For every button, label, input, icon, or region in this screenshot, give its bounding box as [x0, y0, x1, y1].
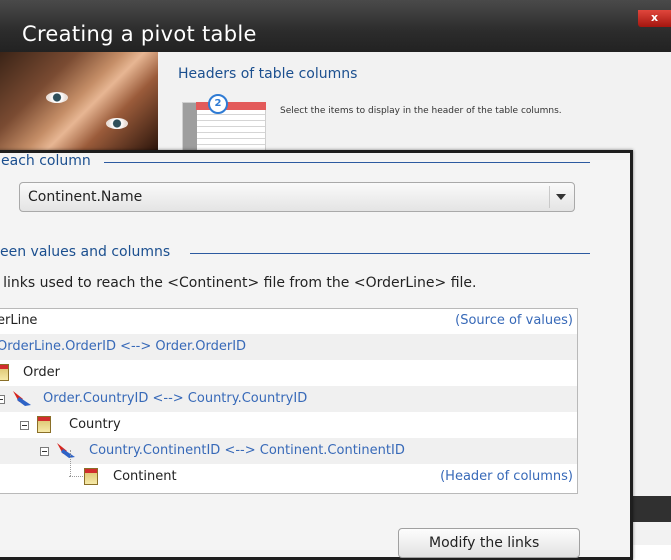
- collapse-icon[interactable]: [40, 447, 49, 456]
- close-button[interactable]: x: [638, 10, 671, 27]
- header-of-columns-label: (Header of columns): [440, 469, 573, 484]
- tree-row[interactable]: erLine (Source of values): [0, 309, 577, 335]
- wizard-title: Creating a pivot table: [22, 22, 257, 46]
- tree-row[interactable]: Country: [0, 412, 577, 438]
- table-file-icon: [37, 416, 51, 433]
- collapse-icon[interactable]: [0, 395, 5, 404]
- header-highlight-graphic: [196, 102, 266, 110]
- tree-row[interactable]: Order.CountryID <--> Country.CountryID: [0, 386, 577, 412]
- tree-link-label: Country.ContinentID <--> Continent.Conti…: [89, 443, 405, 458]
- link-icon: [13, 391, 31, 406]
- combo-dropdown-button[interactable]: [549, 186, 570, 208]
- links-tree[interactable]: erLine (Source of values) OrderLine.Orde…: [0, 308, 578, 494]
- section2-legend: een values and columns: [0, 244, 174, 260]
- tree-row-label: erLine: [0, 313, 38, 328]
- tree-row-label: Continent: [113, 469, 177, 484]
- tree-row[interactable]: Order: [0, 360, 577, 386]
- link-icon: [57, 443, 75, 458]
- column-header-illustration-icon: 2: [182, 94, 266, 152]
- tree-link-label: Order.CountryID <--> Country.CountryID: [43, 391, 308, 406]
- chevron-down-icon: [556, 194, 566, 200]
- eye-right: [106, 118, 128, 129]
- footer-strip: [630, 496, 671, 522]
- column-item-combo[interactable]: Continent.Name: [19, 182, 575, 212]
- decorative-portrait-image: [0, 52, 158, 152]
- tree-row-label: Country: [69, 417, 121, 432]
- section1-legend: each column: [0, 153, 94, 169]
- tree-row-label: Order: [23, 365, 60, 380]
- tree-row[interactable]: Country.ContinentID <--> Continent.Conti…: [0, 438, 577, 464]
- tree-connector: [70, 450, 71, 476]
- section2-divider: [190, 253, 590, 254]
- links-info-text: e links used to reach the <Continent> fi…: [0, 275, 477, 291]
- modify-links-label: Modify the links: [429, 535, 540, 551]
- table-file-icon: [84, 468, 98, 485]
- source-of-values-label: (Source of values): [455, 313, 573, 328]
- combo-value: Continent.Name: [28, 189, 143, 205]
- section1-divider: [104, 162, 590, 163]
- table-file-icon: [0, 364, 9, 381]
- step-number-badge: 2: [208, 94, 228, 114]
- wizard-titlebar: Creating a pivot table: [0, 0, 671, 52]
- step-description: Select the items to display in the heade…: [280, 106, 562, 116]
- step-heading: Headers of table columns: [178, 66, 358, 82]
- tree-link-label: OrderLine.OrderID <--> Order.OrderID: [0, 339, 247, 354]
- tree-connector: [69, 476, 83, 477]
- tree-row[interactable]: OrderLine.OrderID <--> Order.OrderID: [0, 334, 577, 360]
- collapse-icon[interactable]: [20, 421, 29, 430]
- tree-row[interactable]: Continent (Header of columns): [0, 464, 577, 490]
- modify-links-button[interactable]: Modify the links: [398, 528, 580, 558]
- eye-left: [46, 92, 68, 103]
